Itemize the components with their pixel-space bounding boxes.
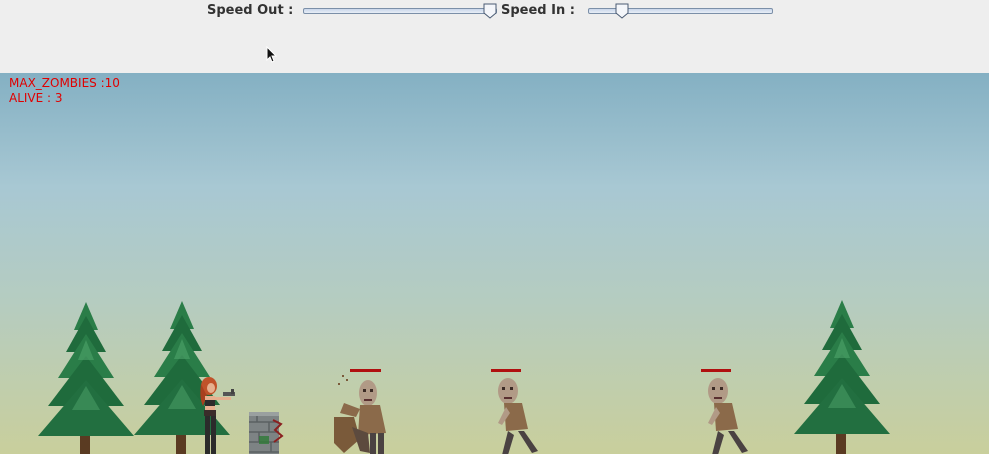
speed-out-slider[interactable] — [303, 3, 497, 19]
alive-counter: ALIVE : 3 — [9, 91, 63, 105]
game-canvas[interactable]: MAX_ZOMBIES :10 ALIVE : 3 — [0, 73, 989, 454]
zombie-walking-icon[interactable] — [488, 373, 548, 454]
speed-out-track[interactable] — [303, 8, 497, 14]
speed-in-slider[interactable] — [588, 3, 773, 19]
pine-tree-icon — [38, 302, 134, 454]
speed-in-label: Speed In : — [501, 3, 575, 18]
control-panel: Speed Out : Speed In : — [0, 0, 989, 73]
zombie-attacking-icon[interactable] — [330, 373, 402, 454]
speed-in-thumb[interactable] — [615, 3, 629, 19]
pine-tree-icon — [794, 300, 890, 454]
zombie-health-bar — [491, 369, 521, 372]
speed-out-thumb[interactable] — [483, 3, 497, 19]
player-gunner-icon[interactable] — [195, 376, 237, 454]
zombie-health-bar — [701, 369, 731, 372]
mouse-cursor-icon — [266, 46, 278, 63]
speed-out-label: Speed Out : — [207, 3, 294, 18]
max-zombies-counter: MAX_ZOMBIES :10 — [9, 76, 120, 90]
zombie-walking-icon[interactable] — [698, 373, 758, 454]
stone-barrel-icon — [249, 412, 284, 454]
zombie-health-bar — [350, 369, 381, 372]
